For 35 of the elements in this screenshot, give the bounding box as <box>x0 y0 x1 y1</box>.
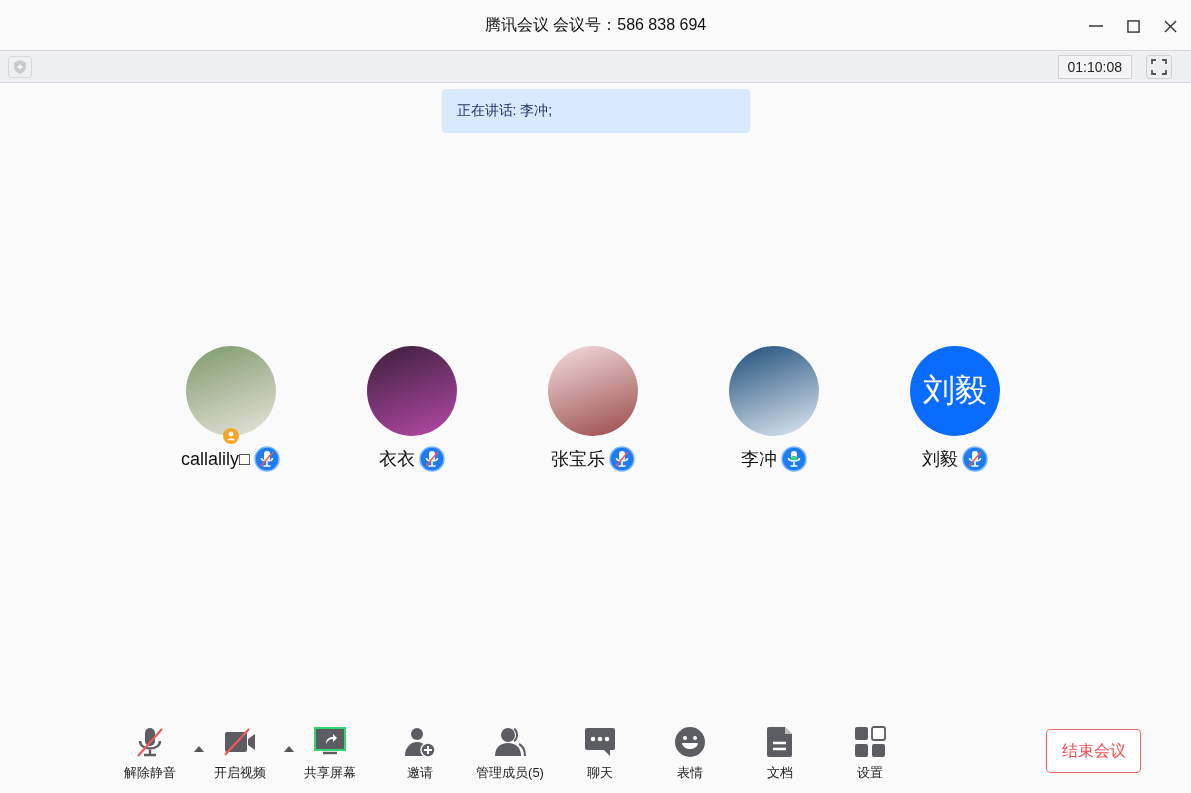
participant-name: 刘毅 <box>921 448 958 471</box>
caret-icon <box>284 746 294 752</box>
end-meeting-button[interactable]: 结束会议 <box>1046 729 1141 773</box>
video-off-icon <box>224 726 256 758</box>
maximize-icon[interactable] <box>1127 19 1140 33</box>
toolbar-button[interactable]: 文档 <box>735 726 825 782</box>
participant-name: 李冲 <box>740 448 777 471</box>
dropdown-button[interactable] <box>282 744 296 754</box>
participant-name: 张宝乐 <box>550 448 605 471</box>
fullscreen-icon <box>1151 58 1167 75</box>
close-icon[interactable] <box>1164 19 1177 33</box>
toolbar-button[interactable]: 共享屏幕 <box>285 726 375 782</box>
toolbar-button[interactable]: 开启视频 <box>195 726 285 782</box>
meeting-timer: 01:10:08 <box>1057 54 1132 79</box>
avatar-initials: 刘毅 <box>909 346 1000 436</box>
people-icon <box>494 726 526 758</box>
grid-icon <box>854 726 886 758</box>
toolbar-button[interactable]: 解除静音 <box>105 726 195 782</box>
toolbar-button[interactable]: 聊天 <box>555 726 645 782</box>
caret-icon <box>194 746 204 752</box>
smiley-icon <box>674 726 706 758</box>
participant-name: callalily□ <box>181 448 250 470</box>
toolbar-button[interactable]: 表情 <box>645 726 735 782</box>
toolbar-button[interactable]: 邀请 <box>375 726 465 782</box>
participant-name: 衣衣 <box>378 448 415 471</box>
window-title: 腾讯会议 会议号：586 838 694 <box>484 14 707 35</box>
chat-bubble-icon <box>584 726 616 758</box>
toolbar-button[interactable]: 设置 <box>825 726 915 782</box>
shield-icon <box>14 59 26 74</box>
muted-mic-icon <box>134 726 166 758</box>
dropdown-button[interactable] <box>192 744 206 754</box>
add-person-icon <box>404 726 436 758</box>
speaking-banner: 正在讲话: 李冲; <box>441 89 750 133</box>
fullscreen-button[interactable] <box>1146 54 1172 79</box>
toolbar-button[interactable]: 管理成员(5) <box>465 726 555 782</box>
